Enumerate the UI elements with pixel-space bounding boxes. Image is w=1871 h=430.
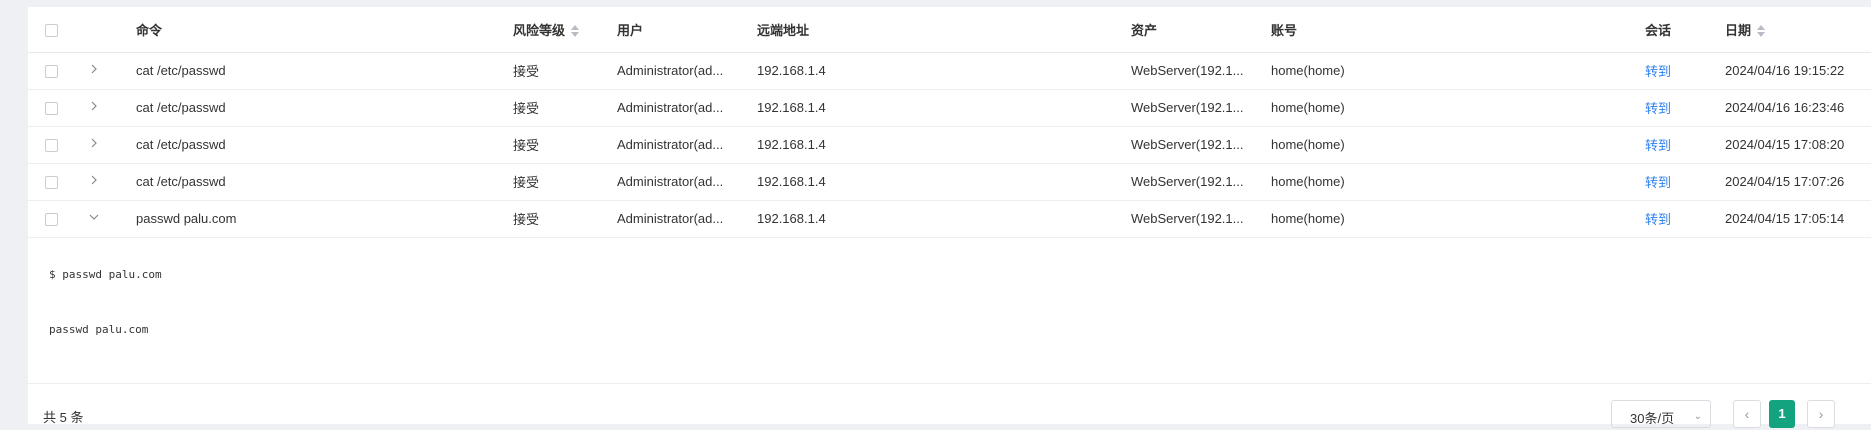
cell-user: Administrator(ad...	[617, 100, 724, 115]
sort-icon[interactable]	[571, 25, 580, 38]
expanded-output-line: $ passwd palu.com	[49, 267, 162, 281]
cell-command: cat /etc/passwd	[136, 174, 226, 189]
chevron-down-icon: ⌄	[1693, 411, 1702, 422]
row-checkbox[interactable]	[45, 65, 58, 79]
session-link[interactable]: 转到	[1645, 212, 1671, 227]
chevron-right-icon[interactable]	[88, 137, 100, 149]
cell-date: 2024/04/16 19:15:22	[1725, 63, 1845, 78]
session-link[interactable]: 转到	[1645, 175, 1671, 190]
command-table: 命令 风险等级 用户 远端地址 资产 账号 会话 日期 cat /etc/pas…	[28, 7, 1871, 238]
expanded-row-detail: $ passwd palu.com passwd palu.com	[28, 238, 1871, 384]
chevron-left-icon: ‹	[1744, 406, 1750, 422]
cell-user: Administrator(ad...	[617, 211, 724, 226]
cell-date: 2024/04/15 17:08:20	[1725, 137, 1845, 152]
header-session: 会话	[1645, 22, 1672, 38]
cell-remote: 192.168.1.4	[757, 174, 826, 189]
cell-risk: 接受	[513, 175, 540, 190]
header-user: 用户	[617, 22, 644, 38]
header-asset: 资产	[1131, 22, 1158, 38]
cell-asset: WebServer(192.1...	[1131, 100, 1244, 115]
cell-account: home(home)	[1271, 63, 1345, 78]
cell-command: cat /etc/passwd	[136, 63, 226, 78]
sort-icon[interactable]	[1757, 25, 1766, 38]
cell-user: Administrator(ad...	[617, 137, 724, 152]
cell-date: 2024/04/15 17:07:26	[1725, 174, 1845, 189]
expanded-output-line: passwd palu.com	[49, 322, 149, 336]
cell-remote: 192.168.1.4	[757, 137, 826, 152]
session-link[interactable]: 转到	[1645, 101, 1671, 116]
table-row: cat /etc/passwd 接受 Administrator(ad... 192.…	[28, 126, 1871, 163]
cell-account: home(home)	[1271, 174, 1345, 189]
cell-remote: 192.168.1.4	[757, 100, 826, 115]
cell-command: passwd palu.com	[136, 211, 237, 226]
cell-risk: 接受	[513, 101, 540, 116]
header-risk[interactable]: 风险等级	[513, 7, 617, 52]
chevron-down-icon[interactable]	[88, 211, 100, 223]
table-row: cat /etc/passwd 接受 Administrator(ad... 192.…	[28, 52, 1871, 89]
row-checkbox[interactable]	[45, 139, 58, 153]
table-row: passwd palu.com 接受 Administrator(ad... 192.…	[28, 200, 1871, 237]
cell-asset: WebServer(192.1...	[1131, 137, 1244, 152]
cell-risk: 接受	[513, 138, 540, 153]
cell-remote: 192.168.1.4	[757, 211, 826, 226]
session-link[interactable]: 转到	[1645, 138, 1671, 153]
header-command: 命令	[136, 22, 163, 38]
chevron-right-icon[interactable]	[88, 174, 100, 186]
header-account: 账号	[1271, 22, 1298, 38]
chevron-right-icon: ›	[1818, 406, 1824, 422]
cell-user: Administrator(ad...	[617, 174, 724, 189]
cell-asset: WebServer(192.1...	[1131, 174, 1244, 189]
pagination-bar: 共 5 条 30条/页 ⌄ ‹ 1 ›	[28, 400, 1871, 430]
cell-command: cat /etc/passwd	[136, 137, 226, 152]
chevron-right-icon[interactable]	[88, 63, 100, 75]
select-all-checkbox[interactable]	[45, 23, 58, 37]
cell-asset: WebServer(192.1...	[1131, 63, 1244, 78]
table-row: cat /etc/passwd 接受 Administrator(ad... 192.…	[28, 89, 1871, 126]
cell-account: home(home)	[1271, 211, 1345, 226]
header-remote: 远端地址	[757, 22, 810, 38]
cell-risk: 接受	[513, 64, 540, 79]
cell-date: 2024/04/16 16:23:46	[1725, 100, 1845, 115]
cell-remote: 192.168.1.4	[757, 63, 826, 78]
cell-date: 2024/04/15 17:05:14	[1725, 211, 1845, 226]
session-link[interactable]: 转到	[1645, 64, 1671, 79]
row-checkbox[interactable]	[45, 213, 58, 227]
cell-command: cat /etc/passwd	[136, 100, 226, 115]
row-checkbox[interactable]	[45, 102, 58, 116]
cell-account: home(home)	[1271, 100, 1345, 115]
table-row: cat /etc/passwd 接受 Administrator(ad... 192.…	[28, 163, 1871, 200]
header-date[interactable]: 日期	[1725, 7, 1871, 52]
chevron-right-icon[interactable]	[88, 100, 100, 112]
cell-risk: 接受	[513, 212, 540, 227]
table-header-row: 命令 风险等级 用户 远端地址 资产 账号 会话 日期	[28, 7, 1871, 52]
total-count: 共 5 条	[43, 410, 84, 425]
cell-account: home(home)	[1271, 137, 1345, 152]
row-checkbox[interactable]	[45, 176, 58, 190]
cell-asset: WebServer(192.1...	[1131, 211, 1244, 226]
command-log-panel: 命令 风险等级 用户 远端地址 资产 账号 会话 日期 cat /etc/pas…	[28, 7, 1871, 424]
cell-user: Administrator(ad...	[617, 63, 724, 78]
